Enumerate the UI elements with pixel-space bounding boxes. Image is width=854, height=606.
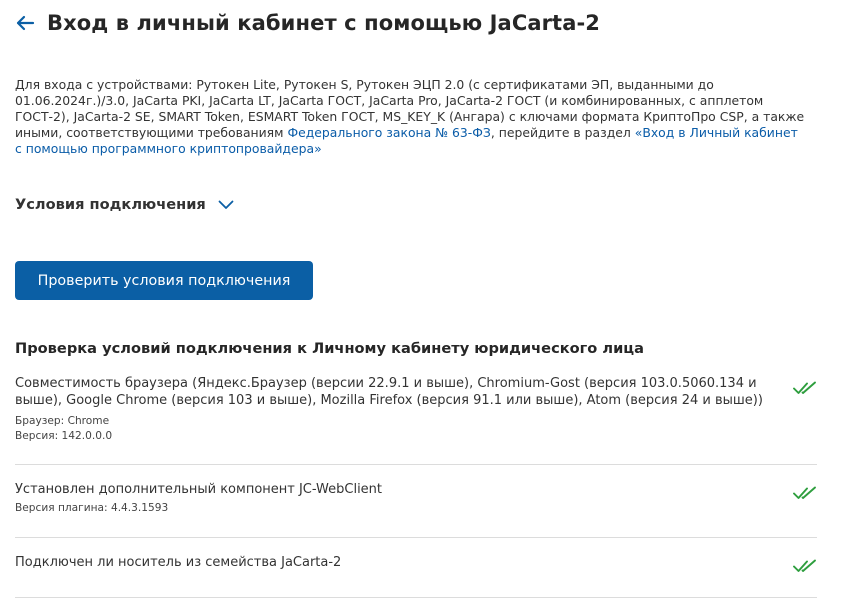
row-divider (15, 597, 817, 598)
chevron-down-icon (218, 198, 234, 212)
check-row-text: Установлен дополнительный компонент JC-W… (15, 482, 383, 497)
check-row-detail: Версия: 142.0.0.0 (15, 430, 113, 442)
row-divider (15, 464, 817, 465)
row-divider (15, 537, 817, 538)
page-header: Вход в личный кабинет с помощью JaCarta-… (15, 8, 600, 38)
page-title: Вход в личный кабинет с помощью JaCarta-… (47, 11, 600, 35)
double-check-icon (793, 558, 817, 574)
check-row-browser: Совместимость браузера (Яндекс.Браузер (… (15, 375, 817, 444)
arrow-left-icon[interactable] (15, 8, 37, 38)
intro-text-middle: , перейдите в раздел (490, 125, 635, 140)
conditions-toggle[interactable]: Условия подключения (15, 196, 234, 213)
check-row-text: Подключен ли носитель из семейства JaCar… (15, 555, 342, 570)
conditions-label: Условия подключения (15, 196, 206, 213)
double-check-icon (793, 380, 817, 396)
intro-text: Для входа с устройствами: Рутокен Lite, … (15, 77, 805, 157)
check-row-detail: Браузер: Chrome (15, 415, 110, 427)
check-row-plugin: Установлен дополнительный компонент JC-W… (15, 481, 817, 516)
check-row-text: Совместимость браузера (Яндекс.Браузер (… (15, 376, 763, 408)
federal-law-link[interactable]: Федерального закона № 63-ФЗ (287, 125, 490, 140)
check-conditions-button[interactable]: Проверить условия подключения (15, 261, 313, 300)
check-row-detail: Версия плагина: 4.4.3.1593 (15, 502, 169, 514)
double-check-icon (793, 485, 817, 501)
results-title: Проверка условий подключения к Личному к… (15, 340, 644, 357)
check-row-token: Подключен ли носитель из семейства JaCar… (15, 554, 817, 574)
